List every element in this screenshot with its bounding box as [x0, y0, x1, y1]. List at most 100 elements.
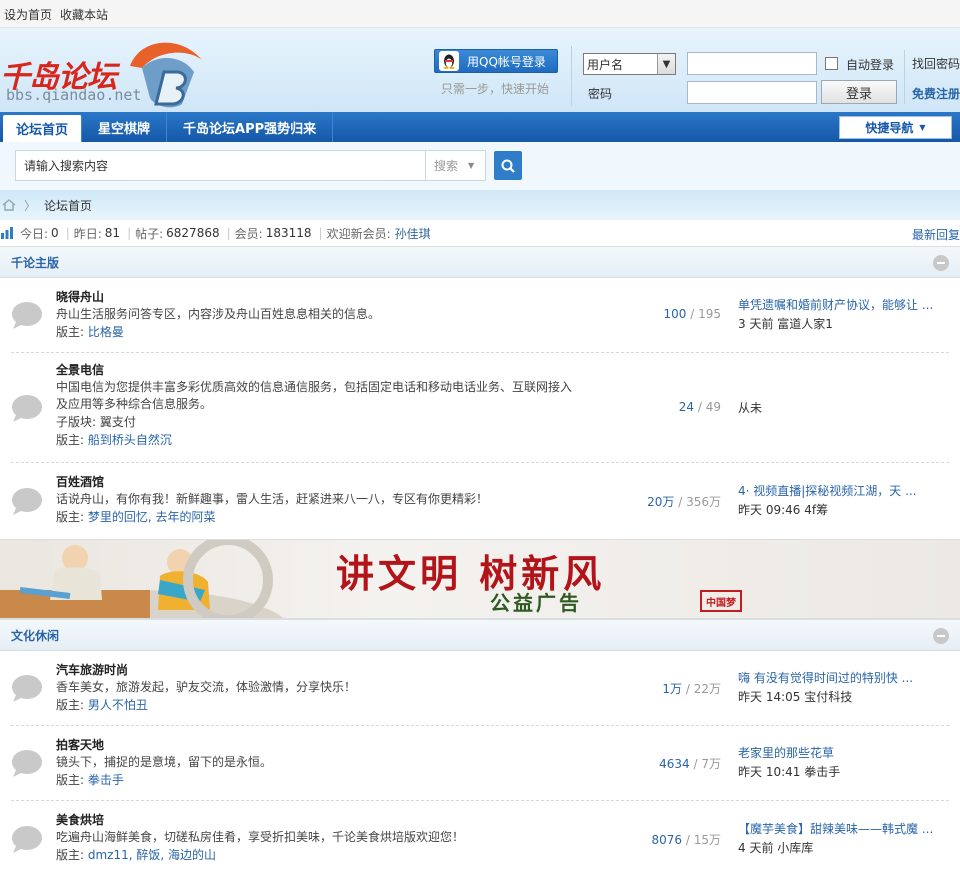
search-type-select[interactable]: 搜索 ▼ [426, 150, 486, 181]
stat-yesterday-label: 昨日: [73, 226, 102, 241]
post-count: 22万 [693, 682, 721, 696]
forum-name[interactable]: 拍客天地 [56, 736, 576, 754]
logo-url: bbs.qiandao.net [6, 86, 142, 104]
moderator-label: 版主: [56, 848, 85, 862]
username-type-select[interactable]: 用户名 ▼ [583, 53, 676, 75]
forum-name[interactable]: 全景电信 [56, 361, 576, 379]
bookmark-link[interactable]: 收藏本站 [60, 6, 108, 22]
forum-name[interactable]: 汽车旅游时尚 [56, 661, 576, 679]
stat-welcome-label: 欢迎新会员: [326, 226, 391, 241]
forum-name[interactable]: 晓得舟山 [56, 288, 576, 306]
nav-app[interactable]: 千岛论坛APP强势归来 [167, 112, 334, 142]
post-count: 195 [698, 307, 721, 321]
auto-login-label: 自动登录 [846, 58, 895, 72]
qq-login-button[interactable]: 用QQ帐号登录 [434, 49, 558, 73]
thread-count: 1万 [662, 682, 683, 696]
qq-login-hint: 只需一步，快速开始 [441, 82, 550, 96]
category-forums: 汽车旅游时尚 香车美女，旅游发起，驴友交流，体验激情，分享快乐！ 版主: 男人不怕丑… [0, 651, 960, 873]
nav-chess[interactable]: 星空棋牌 [82, 112, 168, 142]
last-post-title[interactable]: 【魔芋美食】甜辣美味——韩式魔 ... [738, 820, 938, 839]
forum-row: 晓得舟山 舟山生活服务问答专区，内容涉及舟山百姓息息相关的信息。 版主: 比格曼 10… [11, 278, 949, 353]
public-service-banner[interactable]: 讲文明 树新风 公益广告 中国梦 [0, 539, 960, 619]
forum-counts: 8076 / 15万 [651, 832, 722, 847]
last-post-title[interactable]: 老家里的那些花草 [738, 744, 938, 763]
find-password-link[interactable]: 找回密码 [912, 55, 960, 72]
forum-bubble-icon [12, 675, 42, 702]
forum-subforum[interactable]: 子版块: 翼支付 [56, 413, 576, 431]
latest-replies-link[interactable]: 最新回复 [912, 226, 960, 243]
forum-bubble-icon [12, 394, 42, 422]
login-button[interactable]: 登录 [821, 80, 897, 104]
forum-last-post: 【魔芋美食】甜辣美味——韩式魔 ... 4 天前 小库库 [738, 820, 938, 858]
last-post-title[interactable]: 嗨 有没有觉得时间过的特别快 ... [738, 669, 938, 688]
forum-bubble-icon [12, 302, 42, 329]
forum-description: 话说舟山，有你有我！新鲜趣事，雷人生活，赶紧进来八一八，专区有你更精彩！ [56, 492, 489, 506]
new-member-link[interactable]: 孙佳琪 [395, 225, 431, 242]
chevron-right-icon: 〉 [24, 198, 37, 213]
username-input[interactable] [687, 52, 817, 75]
password-label: 密码 [588, 87, 613, 101]
last-post-title[interactable]: 4· 视频直播|探秘视频江湖，天 ... [738, 482, 938, 501]
forum-row: 美食烘培 吃遍舟山海鲜美食，切磋私房佳肴，享受折扣美味，千论美食烘培版欢迎您！ 版主… [11, 801, 949, 873]
home-icon[interactable] [2, 199, 16, 211]
stat-members: 183118 [265, 226, 312, 240]
set-home-link[interactable]: 设为首页 [4, 6, 52, 22]
last-post-meta: 昨天 10:41 拳击手 [738, 765, 841, 779]
last-post-title[interactable]: 单凭遗嘱和婚前财产协议，能够让 ... [738, 296, 938, 315]
caret-down-icon: ▼ [919, 123, 926, 132]
moderator-links[interactable]: 男人不怕丑 [88, 698, 148, 712]
forum-counts: 24 / 49 [678, 399, 721, 414]
forum-info: 美食烘培 吃遍舟山海鲜美食，切磋私房佳肴，享受折扣美味，千论美食烘培版欢迎您！ 版主… [56, 811, 576, 864]
stat-posts: 6827868 [166, 226, 220, 240]
last-post-meta: 4 天前 小库库 [738, 840, 814, 855]
main-nav: 论坛首页 星空棋牌 千岛论坛APP强势归来 快捷导航 ▼ [0, 112, 960, 142]
stat-members-label: 会员: [234, 226, 263, 241]
post-count: 15万 [693, 832, 721, 847]
forum-counts: 4634 / 7万 [659, 757, 721, 771]
forum-name[interactable]: 美食烘培 [56, 811, 576, 829]
moderator-links[interactable]: 船到桥头自然沉 [88, 433, 172, 447]
forum-last-post: 4· 视频直播|探秘视频江湖，天 ... 昨天 09:46 4f筹 [738, 482, 938, 520]
thread-count: 24 [678, 399, 695, 414]
forum-bubble-icon [12, 750, 42, 777]
forum-name[interactable]: 百姓酒馆 [56, 473, 576, 491]
password-input[interactable] [687, 81, 817, 104]
last-post-meta: 3 天前 富道人家1 [738, 317, 833, 331]
forum-row: 拍客天地 镜头下，捕捉的是意境，留下的是永恒。 版主: 拳击手 4634 / 7万 老家… [11, 726, 949, 801]
moderator-links[interactable]: 梦里的回忆, 去年的阿菜 [88, 510, 216, 524]
banner-seal: 中国梦 [700, 590, 742, 612]
search-input[interactable]: 请输入搜索内容 [15, 150, 426, 181]
moderator-links[interactable]: 拳击手 [88, 773, 124, 787]
site-logo[interactable]: 千岛论坛 bbs.qiandao.net [0, 38, 215, 112]
search-button[interactable] [494, 151, 522, 180]
register-link[interactable]: 免费注册 [912, 85, 960, 102]
moderator-links[interactable]: dmz11, 醉饭, 海边的山 [88, 848, 216, 862]
caret-down-icon: ▼ [468, 161, 475, 170]
forum-description: 中国电信为您提供丰富多彩优质高效的信息通信服务，包括固定电话和移动电话业务、互联… [56, 380, 573, 411]
last-post-meta: 从未 [738, 400, 763, 415]
collapse-icon[interactable] [933, 628, 949, 644]
divider [571, 46, 572, 106]
forum-info: 全景电信 中国电信为您提供丰富多彩优质高效的信息通信服务，包括固定电话和移动电话业… [56, 361, 576, 449]
moderator-links[interactable]: 比格曼 [88, 325, 124, 339]
moderator-label: 版主: [56, 773, 85, 787]
stat-posts-label: 帖子: [135, 226, 164, 241]
category-title[interactable]: 文化休闲 [11, 627, 59, 644]
thread-count: 4634 [659, 757, 690, 771]
divider [904, 50, 905, 104]
breadcrumb-home[interactable]: 论坛首页 [44, 197, 92, 214]
thread-count: 8076 [651, 832, 683, 847]
header: 千岛论坛 bbs.qiandao.net 用QQ帐号登录 只需一步，快速开始 用… [0, 28, 960, 112]
category-title[interactable]: 千论主版 [11, 254, 59, 271]
forum-counts: 20万 / 356万 [647, 495, 721, 509]
quick-nav-button[interactable]: 快捷导航 ▼ [839, 116, 952, 139]
stat-today-label: 今日: [20, 226, 49, 241]
moderator-label: 版主: [56, 698, 85, 712]
forum-row: 百姓酒馆 话说舟山，有你有我！新鲜趣事，雷人生活，赶紧进来八一八，专区有你更精彩！… [11, 463, 949, 539]
nav-forum-home[interactable]: 论坛首页 [3, 115, 83, 142]
forum-bubble-icon [12, 825, 42, 853]
collapse-icon[interactable] [933, 255, 949, 271]
forum-row: 汽车旅游时尚 香车美女，旅游发起，驴友交流，体验激情，分享快乐！ 版主: 男人不怕丑… [11, 651, 949, 726]
auto-login-checkbox[interactable] [825, 57, 838, 70]
qq-penguin-icon [439, 51, 459, 71]
